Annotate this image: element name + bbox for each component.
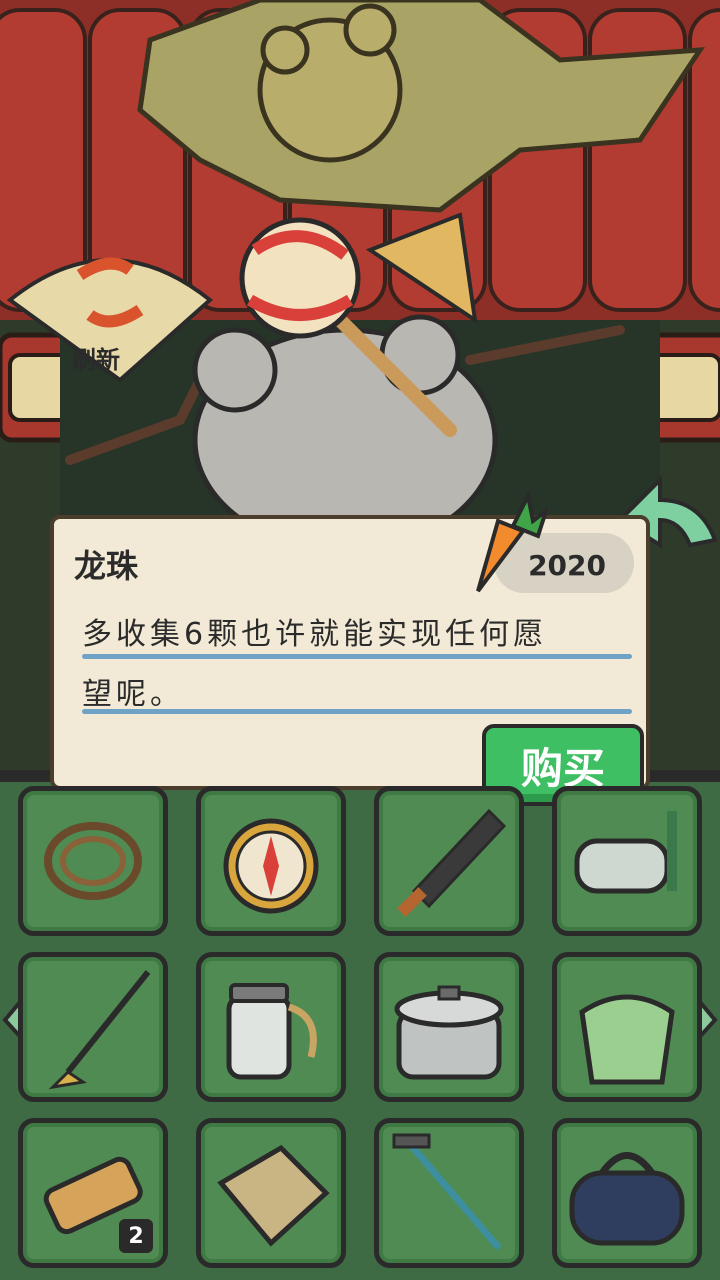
item-count-badge: 2 <box>119 1219 153 1253</box>
grid-slot-machete[interactable] <box>374 786 524 936</box>
description-underline-1 <box>82 654 632 659</box>
grid-slot-hiking-pole[interactable] <box>18 952 168 1102</box>
rope-icon <box>44 822 142 900</box>
grid-slot-trekking-stick[interactable] <box>374 1118 524 1268</box>
grid-slot-pot[interactable] <box>374 952 524 1102</box>
snorkel-mask-icon <box>574 811 677 894</box>
item-grid: 2 <box>18 786 702 1280</box>
tarp-icon <box>217 1144 330 1247</box>
item-name: 龙珠 <box>74 547 139 585</box>
item-description-line1: 多收集6颗也许就能实现任何愿 <box>82 617 548 652</box>
compass-icon <box>223 818 319 914</box>
hiking-pole-icon <box>48 970 151 1090</box>
duffel-bag-icon <box>569 1152 685 1246</box>
item-price: 2020 <box>528 549 606 582</box>
description-underline-2 <box>82 709 632 714</box>
green-bag-icon <box>579 994 675 1085</box>
grid-slot-duffel-bag[interactable] <box>552 1118 702 1268</box>
refresh-label[interactable]: 刷新 <box>72 340 120 375</box>
grid-slot-rope[interactable] <box>18 786 168 936</box>
trekking-stick-icon <box>392 1133 502 1251</box>
grid-slot-snorkel[interactable] <box>552 786 702 936</box>
jar-icon <box>226 983 317 1080</box>
item-description-line2: 望呢。 <box>82 677 184 712</box>
pot-icon <box>394 985 504 1080</box>
carrot-icon <box>476 491 548 593</box>
grid-slot-tarp[interactable] <box>196 1118 346 1268</box>
grid-slot-green-bag[interactable] <box>552 952 702 1102</box>
grid-slot-compass[interactable] <box>196 786 346 936</box>
machete-icon <box>397 808 507 917</box>
grid-slot-bread[interactable]: 2 <box>18 1118 168 1268</box>
grid-slot-jar[interactable] <box>196 952 346 1102</box>
